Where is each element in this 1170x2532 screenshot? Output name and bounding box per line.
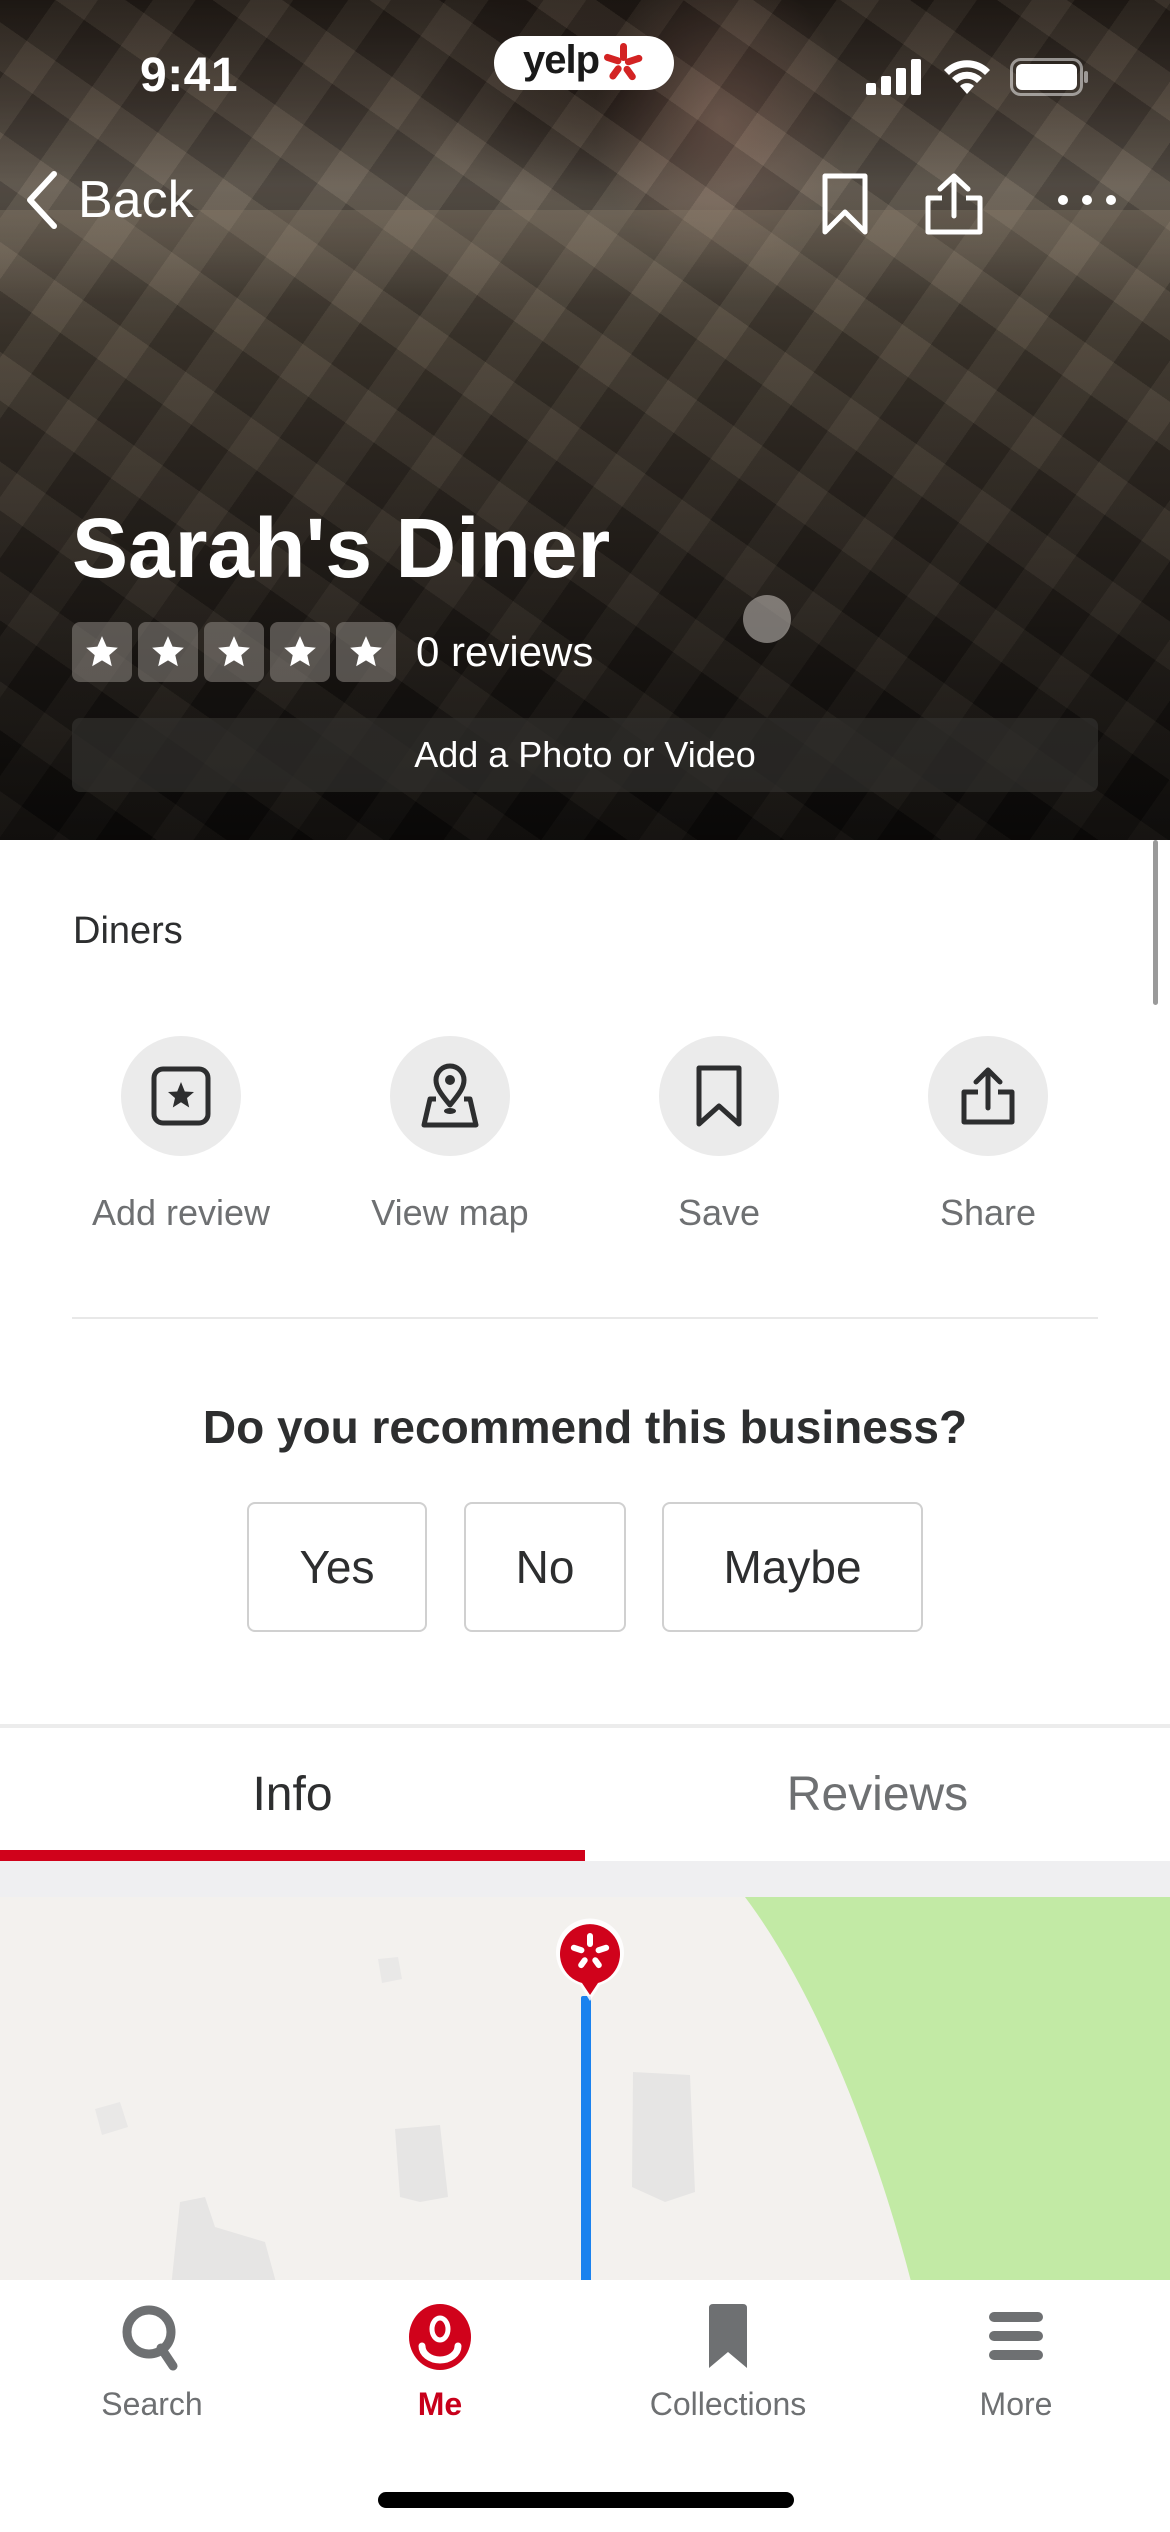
status-time: 9:41 <box>140 49 239 102</box>
bookmark-filled-icon <box>709 2304 747 2368</box>
nav-search-label: Search <box>101 2386 203 2422</box>
share-icon <box>925 173 983 235</box>
nav-more-label: More <box>979 2386 1053 2422</box>
home-indicator[interactable] <box>378 2492 794 2508</box>
yelp-app-badge[interactable]: yelp <box>494 36 674 90</box>
status-icons <box>866 58 1090 96</box>
back-label: Back <box>78 171 194 229</box>
tab-info[interactable]: Info <box>0 1728 585 1860</box>
save-button[interactable]: Save <box>589 1036 849 1234</box>
star-square-icon <box>151 1066 211 1126</box>
building-shape <box>171 2197 276 2281</box>
map-pin-icon <box>421 1063 479 1128</box>
map-top-edge <box>0 1861 1170 1897</box>
star-2 <box>138 622 198 682</box>
star-icon <box>152 636 184 667</box>
hero-gradient-overlay <box>0 0 1170 840</box>
reviews-count[interactable]: 0 reviews <box>416 628 593 676</box>
active-tab-indicator <box>0 1850 585 1861</box>
yelp-wordmark: yelp <box>522 37 600 82</box>
star-4 <box>270 622 330 682</box>
star-icon <box>284 636 316 667</box>
building-shape <box>395 2125 448 2202</box>
save-icon-circle <box>659 1036 779 1156</box>
view-map-button[interactable]: View map <box>320 1036 580 1234</box>
business-category[interactable]: Diners <box>73 910 183 953</box>
star-icon <box>350 636 382 667</box>
star-3 <box>204 622 264 682</box>
star-5 <box>336 622 396 682</box>
hero-actions <box>770 172 1170 242</box>
menu-icon <box>989 2312 1043 2360</box>
cellular-signal-icon <box>866 59 921 95</box>
quick-actions: Add review View map Save Share <box>0 1036 1170 1246</box>
view-map-icon-circle <box>390 1036 510 1156</box>
wifi-icon <box>944 60 990 94</box>
nav-collections-label: Collections <box>649 2386 807 2422</box>
building-shape <box>632 2072 695 2202</box>
recommend-no-button[interactable]: No <box>464 1502 626 1632</box>
bookmark-icon <box>696 1065 742 1127</box>
battery-icon <box>1010 58 1088 96</box>
nav-more[interactable]: More <box>870 2302 1162 2423</box>
share-button[interactable] <box>922 172 986 241</box>
nav-me-label: Me <box>417 2386 463 2422</box>
chevron-left-icon <box>27 171 57 229</box>
view-map-label: View map <box>371 1192 529 1233</box>
back-button[interactable]: Back <box>22 170 194 230</box>
nav-collections[interactable]: Collections <box>582 2302 874 2423</box>
add-review-label: Add review <box>91 1192 271 1233</box>
tab-bar: Info Reviews <box>0 1728 1170 1860</box>
building-shape <box>378 1957 402 1983</box>
bookmark-icon <box>822 173 868 235</box>
share-icon-circle <box>928 1036 1048 1156</box>
profile-icon <box>409 2304 471 2370</box>
business-hero-photo[interactable] <box>0 0 1170 840</box>
search-icon <box>122 2305 178 2371</box>
add-review-button[interactable]: Add review <box>51 1036 311 1234</box>
more-horizontal-icon <box>1058 195 1116 205</box>
recommend-yes-button[interactable]: Yes <box>247 1502 427 1632</box>
recommend-question: Do you recommend this business? <box>202 1401 968 1453</box>
add-photo-video-button[interactable]: Add a Photo or Video <box>72 718 1098 792</box>
bookmark-button[interactable] <box>820 172 870 241</box>
star-icon <box>218 636 250 667</box>
share-label: Share <box>939 1192 1037 1233</box>
hero-photo-detail <box>743 595 791 643</box>
star-icon <box>86 636 118 667</box>
share-action-button[interactable]: Share <box>858 1036 1118 1234</box>
save-label: Save <box>677 1192 761 1233</box>
nav-me[interactable]: Me <box>294 2302 586 2423</box>
directions-route-line <box>581 1996 591 2281</box>
yelp-burst-icon <box>603 43 643 81</box>
building-shape <box>95 2102 128 2135</box>
share-icon <box>961 1067 1015 1125</box>
business-name: Sarah's Diner <box>72 501 611 595</box>
park-area <box>745 1897 1170 2281</box>
more-options-button[interactable] <box>1055 192 1119 213</box>
business-location-pin[interactable] <box>552 1907 628 2003</box>
recommend-maybe-button[interactable]: Maybe <box>662 1502 923 1632</box>
section-divider <box>72 1317 1098 1319</box>
add-review-icon-circle <box>121 1036 241 1156</box>
star-1 <box>72 622 132 682</box>
tab-reviews[interactable]: Reviews <box>585 1728 1170 1860</box>
star-rating: 0 reviews <box>72 622 593 682</box>
location-map[interactable] <box>0 1861 1170 2281</box>
nav-search[interactable]: Search <box>6 2302 298 2423</box>
scrollbar[interactable] <box>1153 840 1158 1005</box>
